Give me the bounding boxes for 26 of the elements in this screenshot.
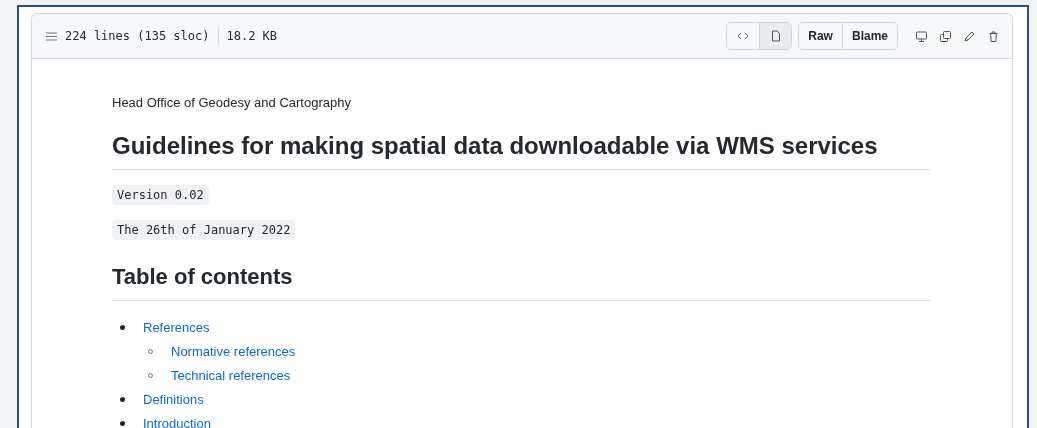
code-icon [737,31,750,41]
header-button[interactable]: Blame [841,23,897,49]
date-code: The 26th of January 2022 [112,220,296,240]
document-title: Guidelines for making spatial data downloadable via WMS services [112,132,930,170]
trash-icon[interactable] [987,29,1000,43]
toc-link[interactable]: Definitions [143,391,204,407]
monitor-icon[interactable] [915,29,928,43]
list-icon [46,31,57,41]
bullet-icon [148,348,153,354]
toc-link[interactable]: Introduction [143,415,211,428]
copy-icon[interactable] [939,29,952,43]
pencil-icon[interactable] [963,29,976,43]
bullet-icon [120,420,125,426]
bullet-icon [120,396,125,402]
bullet-icon [148,372,153,378]
version-code: Version 0.02 [112,185,209,205]
toc-link[interactable]: Normative references [171,343,296,359]
file-icon [770,30,781,42]
preview-button[interactable] [759,23,792,49]
bullet-icon [120,324,125,330]
toc-link[interactable]: Technical references [171,367,291,383]
toc-link[interactable]: References [143,319,210,335]
organization-text: Head Office of Geodesy and Cartography [112,95,352,110]
line-count: 224 lines (135 sloc) [65,29,210,43]
file-size: 18.2 KB [226,29,278,43]
toc-heading: Table of contents [112,264,930,301]
